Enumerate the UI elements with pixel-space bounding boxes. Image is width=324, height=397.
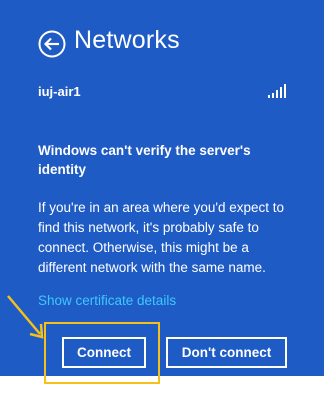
- connect-button[interactable]: Connect: [62, 337, 146, 368]
- network-name: iuj-air1: [38, 84, 81, 99]
- warning-heading: Windows can't verify the server's identi…: [38, 143, 251, 177]
- page-title: Networks: [74, 26, 180, 54]
- dont-connect-button[interactable]: Don't connect: [166, 337, 287, 368]
- back-arrow-circle-icon: [38, 30, 66, 58]
- back-button[interactable]: [38, 30, 66, 58]
- warning-body: If you're in an area where you'd expect …: [38, 200, 285, 275]
- networks-panel: Networks iuj-air1 Windows can't verify t…: [0, 0, 324, 376]
- network-item[interactable]: iuj-air1: [38, 84, 288, 104]
- show-certificate-link[interactable]: Show certificate details: [38, 293, 176, 308]
- wifi-signal-bars-icon: [268, 84, 288, 98]
